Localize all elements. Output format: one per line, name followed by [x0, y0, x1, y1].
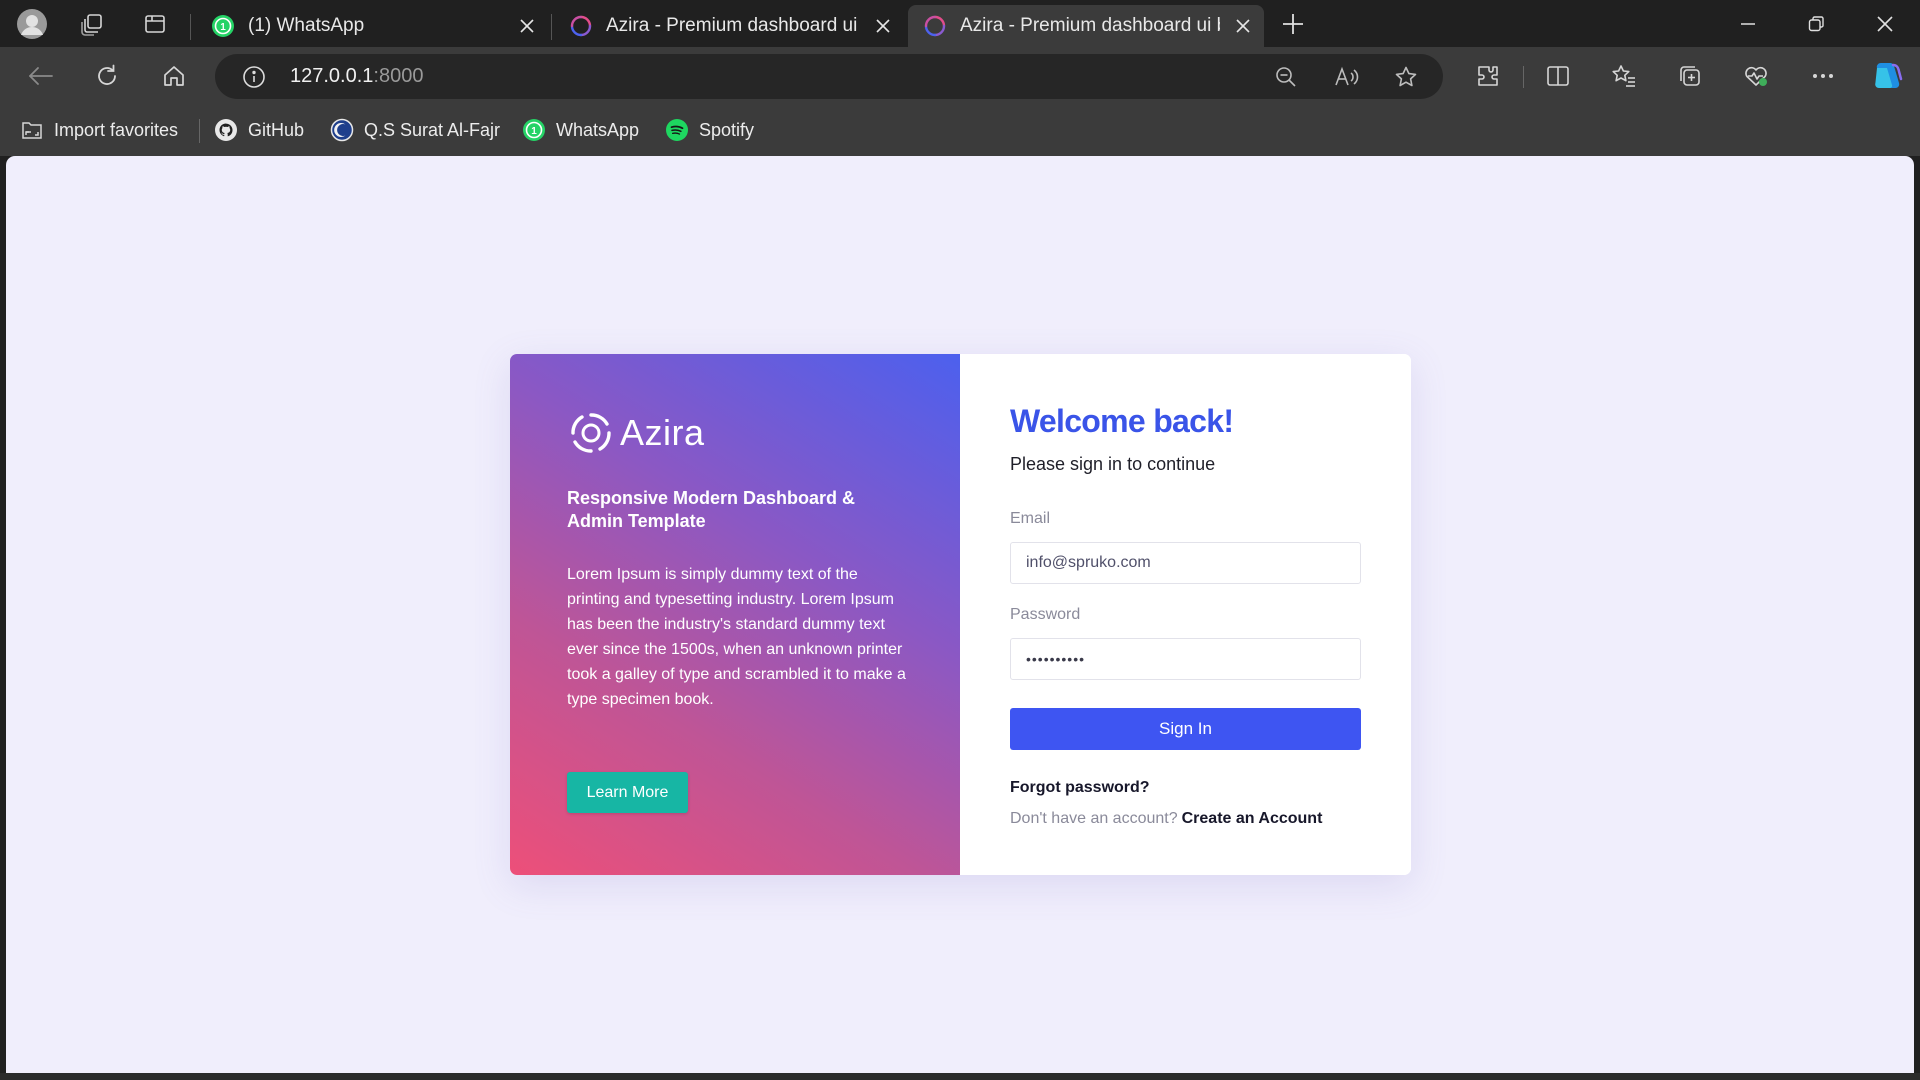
password-label: Password	[1010, 606, 1081, 623]
tab-separator	[551, 14, 552, 40]
bookmarks-bar: Import favorites GitHub Q.S Surat Al-Faj…	[0, 104, 1920, 156]
promo-panel: Azira Responsive Modern Dashboard & Admi…	[510, 354, 960, 875]
brand: Azira	[570, 412, 705, 454]
tab-azira-active[interactable]: Azira - Premium dashboard ui bootstrap	[908, 5, 1264, 47]
login-card: Azira Responsive Modern Dashboard & Admi…	[510, 354, 1411, 875]
email-field[interactable]: info@spruko.com	[1010, 542, 1361, 584]
close-icon[interactable]	[514, 13, 540, 39]
site-info-icon[interactable]	[235, 58, 273, 96]
browser-tab-strip: 1 (1) WhatsApp Azira - Premium dashboard…	[0, 0, 1920, 47]
zoom-out-icon[interactable]	[1267, 58, 1305, 96]
toolbar-divider	[1523, 66, 1524, 88]
brand-name: Azira	[620, 412, 705, 453]
bookmark-separator	[199, 119, 200, 143]
new-tab-icon[interactable]	[1275, 6, 1311, 42]
split-screen-icon[interactable]	[1539, 57, 1577, 95]
azira-logo-icon	[571, 413, 611, 453]
bookmark-label: Q.S Surat Al-Fajr	[364, 119, 501, 140]
close-icon[interactable]	[870, 13, 896, 39]
browser-toolbar: 127.0.0.1:8000	[0, 47, 1920, 104]
svg-text:1: 1	[220, 22, 226, 33]
tab-title: (1) WhatsApp	[248, 15, 365, 36]
password-field[interactable]: ••••••••••	[1010, 638, 1361, 680]
favorites-list-icon[interactable]	[1605, 57, 1643, 95]
tab-separator	[190, 14, 191, 40]
spotify-icon	[665, 118, 689, 142]
whatsapp-badge: 1	[531, 126, 537, 137]
create-account-row: Don't have an account? Create an Account	[1010, 810, 1322, 828]
close-icon[interactable]	[1230, 13, 1256, 39]
bookmark-label: Spotify	[699, 119, 755, 140]
favorite-star-icon[interactable]	[1387, 58, 1425, 96]
welcome-heading: Welcome back!	[1010, 403, 1234, 439]
tab-title: Azira - Premium dashboard ui bootstrap	[606, 15, 860, 36]
url-port: :8000	[373, 65, 424, 87]
bookmark-label: Import favorites	[54, 119, 179, 140]
read-aloud-icon[interactable]	[1328, 58, 1366, 96]
refresh-icon[interactable]	[88, 57, 126, 95]
page-viewport: Azira Responsive Modern Dashboard & Admi…	[6, 156, 1914, 1073]
import-icon	[20, 118, 44, 142]
profile-avatar-icon[interactable]	[14, 6, 50, 42]
window-bottom-edge	[0, 1073, 1920, 1080]
signin-panel: Welcome back! Please sign in to continue…	[960, 354, 1411, 875]
home-icon[interactable]	[155, 57, 193, 95]
restore-icon[interactable]	[1798, 6, 1834, 42]
tab-whatsapp[interactable]: 1 (1) WhatsApp	[196, 5, 548, 47]
bookmark-whatsapp[interactable]: 1 WhatsApp	[522, 116, 639, 144]
azira-icon	[568, 13, 594, 39]
minimize-icon[interactable]	[1730, 6, 1766, 42]
address-url[interactable]: 127.0.0.1:8000	[290, 65, 423, 88]
promo-description: Lorem Ipsum is simply dummy text of the …	[567, 566, 906, 708]
no-account-text: Don't have an account?	[1010, 810, 1178, 827]
create-account-link[interactable]: Create an Account	[1182, 810, 1323, 827]
tab-azira-1[interactable]: Azira - Premium dashboard ui bootstrap	[554, 5, 904, 47]
address-bar[interactable]: 127.0.0.1:8000	[215, 54, 1443, 99]
learn-more-button[interactable]: Learn More	[567, 772, 688, 813]
extensions-icon[interactable]	[1469, 57, 1507, 95]
bookmark-qs-surat-al-fajr[interactable]: Q.S Surat Al-Fajr	[330, 116, 500, 144]
github-icon	[214, 118, 238, 142]
quran-icon	[330, 118, 354, 142]
bookmark-label: WhatsApp	[556, 119, 640, 140]
url-host: 127.0.0.1	[290, 65, 374, 87]
bookmark-label: GitHub	[248, 119, 305, 140]
tab-actions-icon[interactable]	[137, 6, 173, 42]
promo-tagline: Responsive Modern Dashboard & Admin Temp…	[567, 488, 856, 531]
browser-essentials-icon[interactable]	[1737, 57, 1775, 95]
whatsapp-icon: 1	[522, 118, 546, 142]
email-label: Email	[1010, 510, 1051, 527]
bookmark-spotify[interactable]: Spotify	[665, 116, 754, 144]
collections-icon[interactable]	[1671, 57, 1709, 95]
back-icon[interactable]	[22, 57, 60, 95]
signin-subtitle: Please sign in to continue	[1010, 454, 1216, 474]
forgot-password-link[interactable]: Forgot password?	[1010, 779, 1150, 797]
copilot-icon[interactable]	[1868, 57, 1906, 95]
more-options-icon[interactable]	[1804, 57, 1842, 95]
bookmark-github[interactable]: GitHub	[214, 116, 304, 144]
workspaces-icon[interactable]	[74, 6, 110, 42]
sign-in-button[interactable]: Sign In	[1010, 708, 1361, 750]
close-window-icon[interactable]	[1867, 6, 1903, 42]
tab-title: Azira - Premium dashboard ui bootstrap	[960, 15, 1220, 36]
bookmark-import-favorites[interactable]: Import favorites	[20, 116, 178, 144]
whatsapp-icon: 1	[210, 13, 236, 39]
azira-icon	[922, 13, 948, 39]
